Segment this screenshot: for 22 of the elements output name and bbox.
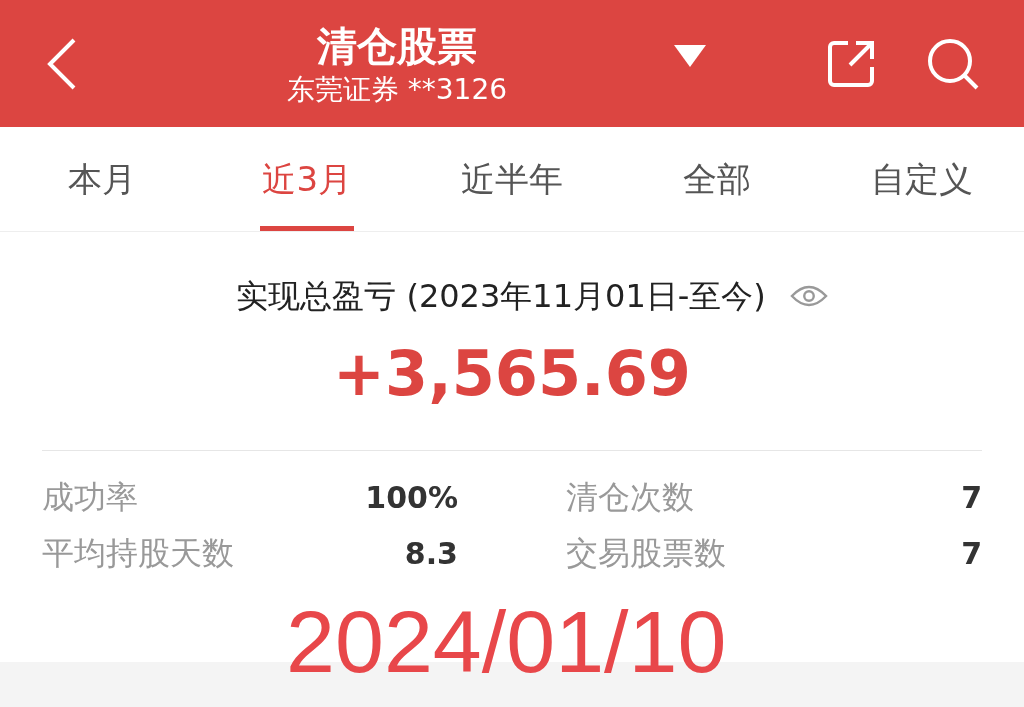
account-subtitle: 东莞证券 **3126 [286, 71, 508, 108]
stat-value: 7 [961, 478, 982, 517]
stat-value: 7 [961, 534, 982, 573]
eye-icon[interactable] [789, 283, 828, 309]
page-title: 清仓股票 [317, 21, 477, 71]
stat-value: 100% [365, 478, 458, 517]
date-text: 2024/01/10 [286, 592, 727, 692]
dropdown-icon[interactable] [674, 42, 706, 69]
period-tab[interactable]: 近半年 [409, 127, 615, 231]
profit-amount: +3,565.69 [333, 336, 691, 412]
search-icon[interactable] [926, 36, 980, 91]
stat-label: 成功率 [42, 477, 138, 518]
period-tab[interactable]: 本月 [0, 127, 205, 231]
stat-value: 8.3 [404, 534, 458, 573]
stat-label: 平均持股天数 [42, 533, 234, 574]
share-icon[interactable] [826, 38, 876, 89]
period-tab[interactable]: 近3月 [204, 127, 410, 231]
period-tab[interactable]: 全部 [614, 127, 820, 231]
stat-label: 清仓次数 [566, 477, 694, 518]
period-tab[interactable]: 自定义 [819, 127, 1024, 231]
stat-label: 交易股票数 [566, 533, 726, 574]
profit-label: 实现总盈亏 (2023年11月01日-至今) [236, 276, 766, 317]
